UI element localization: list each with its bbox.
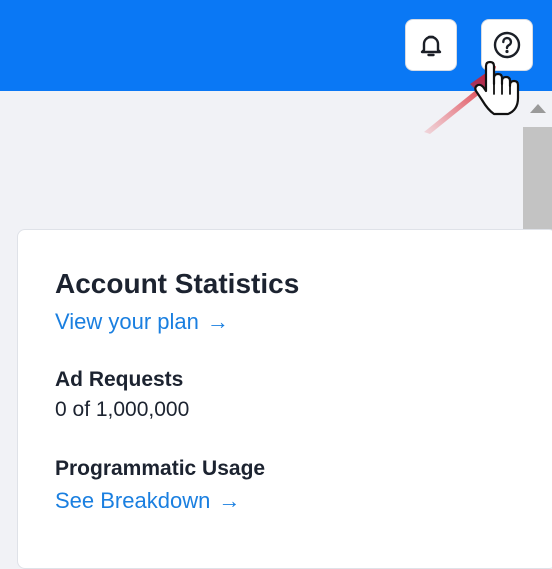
programmatic-usage-label: Programmatic Usage <box>55 457 266 480</box>
see-breakdown-link[interactable]: See Breakdown → <box>55 488 240 514</box>
arrow-right-icon: → <box>206 309 229 334</box>
ad-requests-value: 0 of 1,000,000 <box>55 398 190 421</box>
card-title: Account Statistics <box>55 268 300 299</box>
view-plan-link[interactable]: View your plan → <box>55 309 229 335</box>
ad-requests-label: Ad Requests <box>55 368 184 391</box>
scroll-up-arrow-icon[interactable] <box>530 104 546 113</box>
view-plan-link-label: View your plan <box>55 309 199 334</box>
see-breakdown-link-label: See Breakdown <box>55 488 211 513</box>
hand-pointer-cursor-icon <box>474 60 520 116</box>
arrow-right-icon: → <box>218 488 241 513</box>
